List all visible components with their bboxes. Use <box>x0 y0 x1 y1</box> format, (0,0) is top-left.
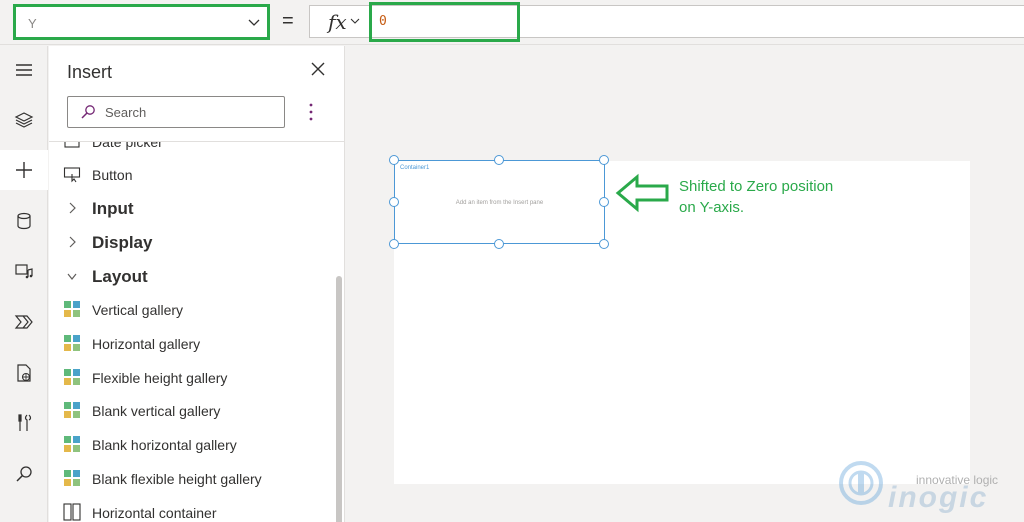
gallery-icon <box>64 470 80 486</box>
plus-icon <box>16 162 32 178</box>
list-item-vertical-gallery[interactable]: Vertical gallery <box>49 292 335 326</box>
resize-handle-right[interactable] <box>599 197 609 207</box>
container-hint: Add an item from the Insert pane <box>455 200 544 206</box>
tools-button[interactable] <box>0 403 48 443</box>
tools-icon <box>18 414 32 431</box>
media-button[interactable] <box>0 251 48 291</box>
gallery-icon <box>64 301 80 317</box>
list-item-label: Blank flexible height gallery <box>92 471 262 487</box>
insert-button[interactable] <box>0 150 48 190</box>
button-icon <box>63 167 81 183</box>
list-item-label: Flexible height gallery <box>92 370 228 386</box>
resize-handle-bottom-right[interactable] <box>599 239 609 249</box>
power-automate-button[interactable] <box>0 302 48 342</box>
list-item-button[interactable]: Button <box>49 157 335 191</box>
pane-scrollbar[interactable] <box>336 276 342 522</box>
gallery-icon <box>64 369 80 385</box>
category-display[interactable]: Display <box>49 225 335 259</box>
list-item-blank-horizontal-gallery[interactable]: Blank horizontal gallery <box>49 427 335 461</box>
page-web-button[interactable] <box>0 353 48 393</box>
list-item-label: Blank vertical gallery <box>92 403 221 419</box>
chevron-right-icon <box>69 236 76 248</box>
list-item-blank-vertical-gallery[interactable]: Blank vertical gallery <box>49 393 335 427</box>
list-item-blank-flexible-height-gallery[interactable]: Blank flexible height gallery <box>49 461 335 495</box>
layers-icon <box>14 112 34 128</box>
fx-icon: fx <box>328 10 347 34</box>
left-rail <box>0 46 48 522</box>
container-name-label: Container1 <box>400 165 430 171</box>
list-item-label: Blank horizontal gallery <box>92 437 237 453</box>
chevron-down-icon <box>350 18 360 24</box>
chevron-down-icon <box>248 19 260 26</box>
arrow-left-icon <box>615 173 669 213</box>
category-label: Display <box>92 233 153 252</box>
formula-bar: Y = fx 0 <box>0 0 1024 45</box>
hamburger-menu-button[interactable] <box>0 50 48 90</box>
fx-button[interactable]: fx <box>309 5 369 38</box>
hamburger-icon <box>16 64 32 76</box>
property-dropdown[interactable]: Y <box>13 4 270 40</box>
horizontal-container-icon <box>63 503 81 521</box>
list-item-flexible-height-gallery[interactable]: Flexible height gallery <box>49 360 335 394</box>
container-control[interactable]: Container1 Add an item from the Insert p… <box>394 160 605 244</box>
list-item-horizontal-gallery[interactable]: Horizontal gallery <box>49 326 335 360</box>
pane-title: Insert <box>67 62 113 82</box>
watermark-brand: inogic <box>888 481 989 514</box>
search-input[interactable]: Search <box>67 96 285 128</box>
database-icon <box>17 212 31 230</box>
category-label: Layout <box>92 267 148 286</box>
property-value: Y <box>28 16 37 31</box>
category-input[interactable]: Input <box>49 191 335 225</box>
list-item-label: Horizontal gallery <box>92 336 201 352</box>
media-icon <box>15 264 33 279</box>
list-item-label: Button <box>92 167 133 183</box>
equals-sign: = <box>282 10 294 32</box>
resize-handle-top-right[interactable] <box>599 155 609 165</box>
list-item-horizontal-container[interactable]: Horizontal container <box>49 495 335 522</box>
list-item-label: Date picker <box>92 141 163 150</box>
search-icon <box>81 105 95 119</box>
close-icon[interactable] <box>309 60 327 78</box>
data-button[interactable] <box>0 201 48 241</box>
resize-handle-top[interactable] <box>494 155 504 165</box>
resize-handle-bottom[interactable] <box>494 239 504 249</box>
document-globe-icon <box>17 364 31 382</box>
inogic-logo-icon <box>839 461 883 505</box>
search-icon <box>16 466 32 482</box>
more-options-icon[interactable] <box>306 100 316 124</box>
search-rail-button[interactable] <box>0 454 48 494</box>
category-label: Input <box>92 199 134 218</box>
resize-handle-top-left[interactable] <box>389 155 399 165</box>
power-automate-icon <box>14 315 33 329</box>
gallery-icon <box>64 402 80 418</box>
list-item-label: Horizontal container <box>92 505 217 521</box>
resize-handle-left[interactable] <box>389 197 399 207</box>
insert-pane: Insert Search Date picker Button Input D… <box>49 46 345 522</box>
gallery-icon <box>64 436 80 452</box>
resize-handle-bottom-left[interactable] <box>389 239 399 249</box>
formula-highlight-box <box>369 2 520 42</box>
search-placeholder: Search <box>105 105 147 120</box>
gallery-icon <box>64 335 80 351</box>
chevron-down-icon <box>67 273 77 280</box>
annotation-note: Shifted to Zero position on Y-axis. <box>679 176 879 218</box>
chevron-right-icon <box>69 202 76 214</box>
date-picker-icon <box>64 142 80 148</box>
tree-view-button[interactable] <box>0 100 48 140</box>
list-item-label: Vertical gallery <box>92 302 184 318</box>
insert-list: Date picker Button Input Display Layout … <box>49 141 344 522</box>
annotation-line-2: on Y-axis. <box>679 199 745 216</box>
annotation-line-1: Shifted to Zero position <box>679 178 834 195</box>
category-layout[interactable]: Layout <box>49 259 335 293</box>
